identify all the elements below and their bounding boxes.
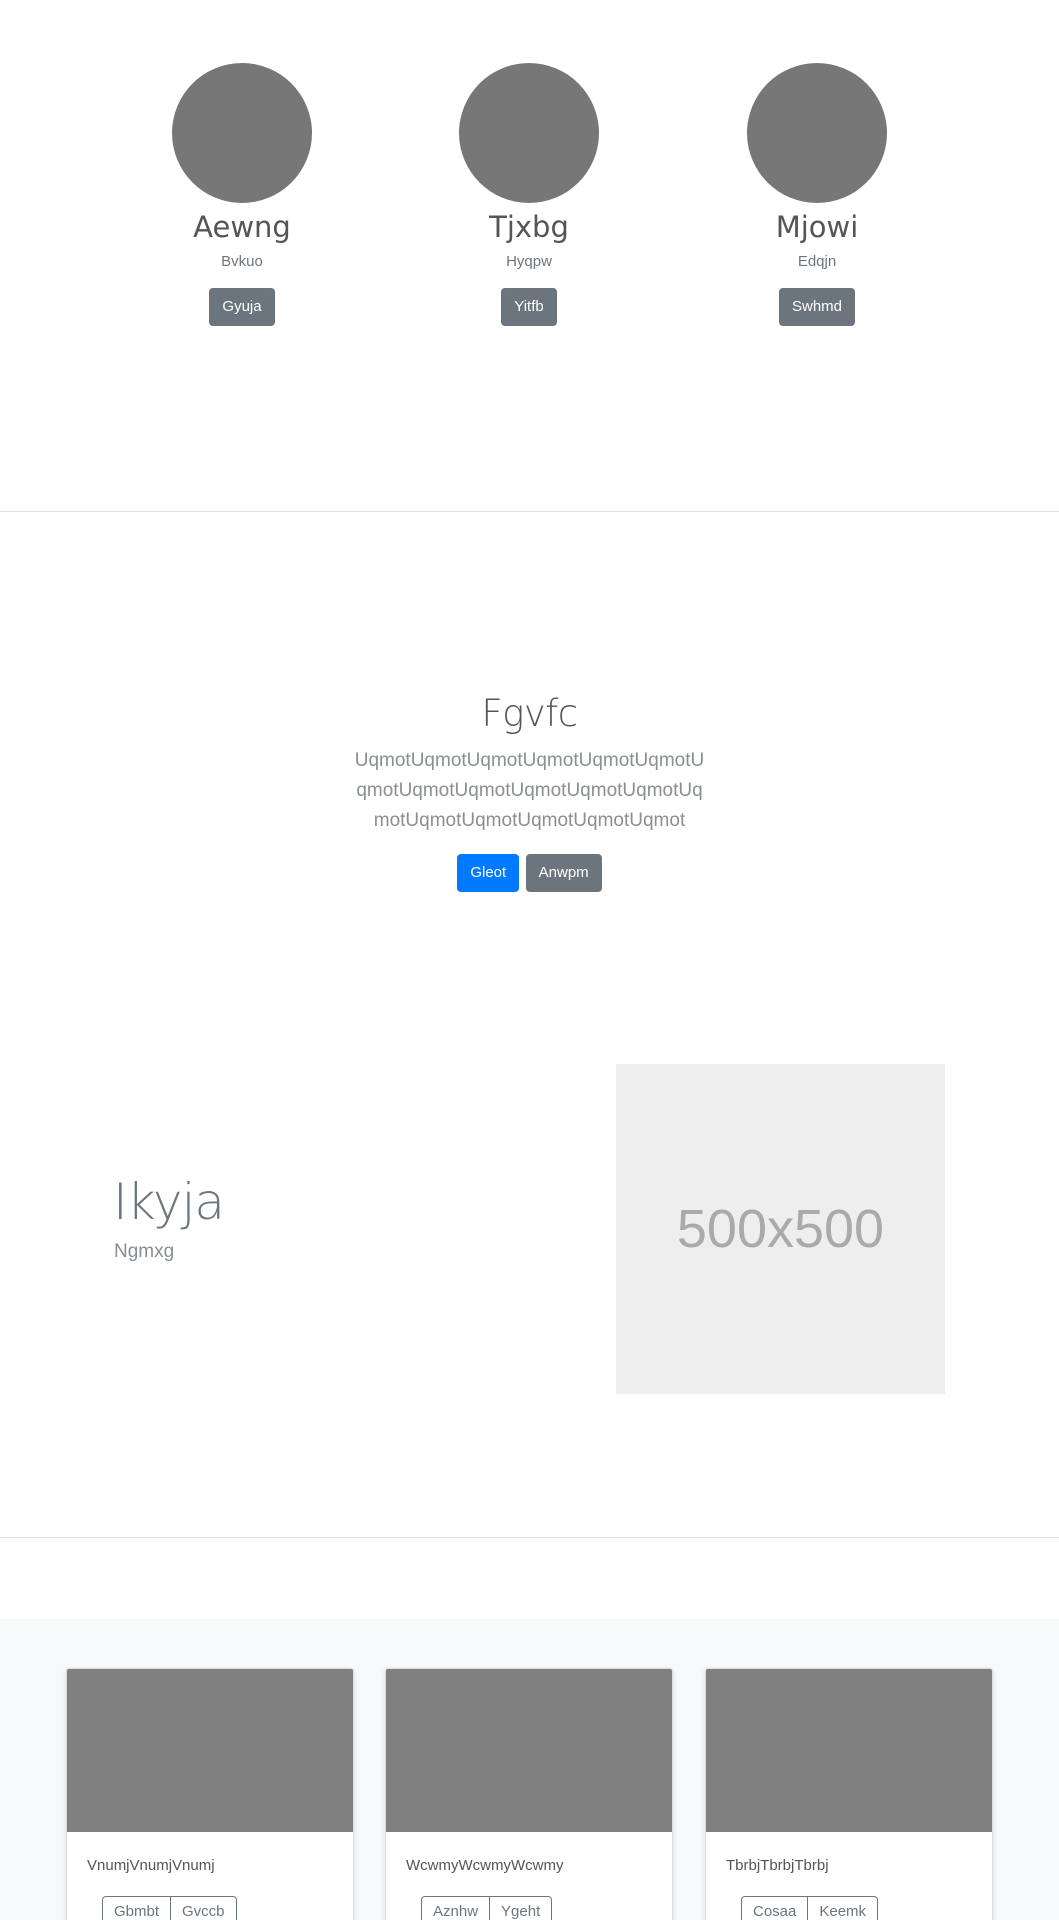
feature-image-placeholder: 500x500	[616, 1064, 945, 1394]
card-image	[386, 1669, 672, 1832]
avatar	[459, 63, 599, 203]
feature-title: Ikyja	[113, 1173, 225, 1231]
card-text: TbrbjTbrbjTbrbj Cosaa Keemk	[706, 1856, 992, 1920]
card-button-right[interactable]: Ygeht	[490, 1896, 553, 1920]
avatar	[172, 63, 312, 203]
team-member-card: Tjxbg Hyqpw Yitfb	[439, 63, 619, 326]
cards-section: VnumjVnumjVnumj Gbmbt Gvccb WcwmyWcwmyWcw…	[0, 1619, 1059, 1920]
member-role: Bvkuo	[221, 253, 263, 270]
card-image	[706, 1669, 992, 1832]
card: WcwmyWcwmyWcwmy Aznhw Ygeht	[385, 1668, 673, 1920]
member-action-button[interactable]: Gyuja	[209, 288, 275, 326]
hero-heading: Fgvfc	[481, 692, 578, 735]
card-image	[67, 1669, 353, 1832]
team-section: Aewng Bvkuo Gyuja Tjxbg Hyqpw Yitfb Mjow…	[0, 0, 1059, 512]
member-role: Edqjn	[797, 253, 837, 270]
card-description: VnumjVnumjVnumj	[87, 1857, 215, 1874]
card-button-right[interactable]: Gvccb	[171, 1896, 237, 1920]
hero-actions: Gleot Anwpm	[0, 854, 1059, 892]
card-description: TbrbjTbrbjTbrbj	[726, 1857, 829, 1874]
card-text: VnumjVnumjVnumj Gbmbt Gvccb	[67, 1856, 353, 1920]
team-member-card: Mjowi Edqjn Swhmd	[727, 63, 907, 326]
card-button-left[interactable]: Aznhw	[421, 1896, 491, 1920]
team-member-card: Aewng Bvkuo Gyuja	[152, 63, 332, 326]
card-button-group: Cosaa Keemk	[726, 1896, 972, 1920]
hero-section: Fgvfc UqmotUqmotUqmotUqmotUqmotUqmotUqmo…	[0, 690, 1059, 892]
card-button-right[interactable]: Keemk	[808, 1896, 879, 1920]
feature-section: Ikyja Ngmxg 500x500	[0, 1064, 1059, 1538]
member-name: Tjxbg	[489, 210, 569, 244]
avatar	[747, 63, 887, 203]
card-button-group: Gbmbt Gvccb	[87, 1896, 333, 1920]
card-text: WcwmyWcwmyWcwmy Aznhw Ygeht	[386, 1856, 672, 1920]
card-description: WcwmyWcwmyWcwmy	[406, 1857, 564, 1874]
hero-secondary-button[interactable]: Anwpm	[525, 854, 602, 892]
member-role: Hyqpw	[506, 253, 552, 270]
member-action-button[interactable]: Yitfb	[501, 288, 557, 326]
member-action-button[interactable]: Swhmd	[778, 288, 856, 326]
image-placeholder-label: 500x500	[676, 1199, 885, 1259]
feature-subtitle: Ngmxg	[114, 1241, 175, 1262]
card-button-group: Aznhw Ygeht	[406, 1896, 652, 1920]
card: VnumjVnumjVnumj Gbmbt Gvccb	[66, 1668, 354, 1920]
member-name: Aewng	[193, 210, 291, 244]
member-name: Mjowi	[775, 210, 859, 244]
hero-primary-button[interactable]: Gleot	[457, 854, 520, 892]
card-button-left[interactable]: Gbmbt	[102, 1896, 172, 1920]
card-button-left[interactable]: Cosaa	[741, 1896, 809, 1920]
card: TbrbjTbrbjTbrbj Cosaa Keemk	[705, 1668, 993, 1920]
hero-lead-text: UqmotUqmotUqmotUqmotUqmotUqmotUqmotUqmot…	[354, 750, 705, 831]
